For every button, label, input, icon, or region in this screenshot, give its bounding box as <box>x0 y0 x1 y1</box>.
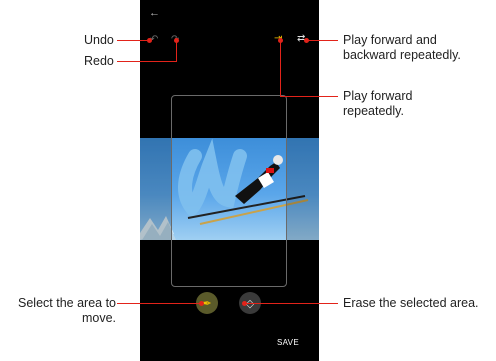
undo-callout-line <box>117 40 149 41</box>
undo-label: Undo <box>84 33 114 47</box>
play-loop-callout-line <box>307 40 338 41</box>
redo-callout-line-v <box>176 42 177 62</box>
play-loop-label: Play forward and backward repeatedly. <box>343 33 461 62</box>
save-button[interactable]: SAVE <box>277 338 299 347</box>
undo-callout-dot <box>147 38 152 43</box>
back-arrow-icon[interactable]: ← <box>149 8 160 19</box>
selection-frame[interactable] <box>171 95 287 287</box>
select-area-callout-dot <box>199 301 204 306</box>
select-area-callout-line <box>117 303 201 304</box>
play-forward-callout-line-h <box>280 96 338 97</box>
phone-screen: ← ↶ ↷ ⇥ ⇄ ✒ ◇ SAVE <box>140 0 319 361</box>
redo-label: Redo <box>84 54 114 68</box>
redo-callout-dot <box>174 38 179 43</box>
erase-label: Erase the selected area. <box>343 296 479 310</box>
play-forward-label: Play forward repeatedly. <box>343 89 413 118</box>
play-forward-callout-dot <box>278 38 283 43</box>
play-forward-callout-line-v <box>280 42 281 97</box>
photo-outside-left <box>140 138 172 240</box>
play-loop-callout-dot <box>304 38 309 43</box>
erase-callout-line <box>246 303 338 304</box>
redo-callout-line-h <box>117 61 176 62</box>
select-area-label: Select the area to move. <box>18 296 116 325</box>
photo-outside-right <box>286 138 319 240</box>
